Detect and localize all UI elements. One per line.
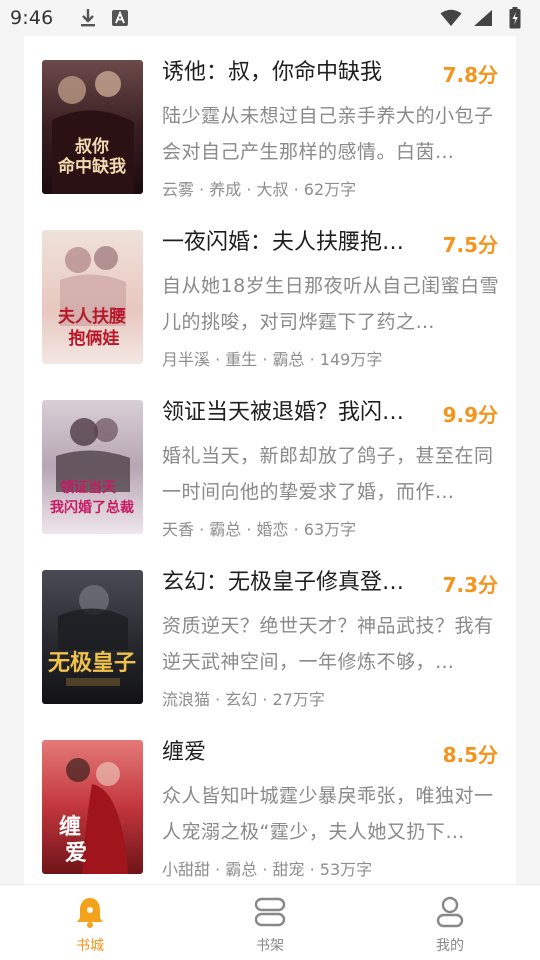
- tab-label: 书城: [76, 938, 104, 954]
- book-cover[interactable]: 领证当天 我闪婚了总裁: [42, 400, 143, 534]
- book-item[interactable]: 缠 爱 缠爱 8.5分 众人皆知叶城霆少暴戾乖张，唯独对一人宠溺之极“霆少，夫人…: [24, 716, 516, 884]
- font-icon: [109, 7, 131, 29]
- tab-label: 书架: [256, 938, 284, 954]
- person-icon: [433, 895, 467, 929]
- book-title[interactable]: 缠爱: [162, 738, 427, 768]
- book-item[interactable]: 领证当天 我闪婚了总裁 领证当天被退婚？我闪… 9.9分 婚礼当天，新郎却放了鸽…: [24, 376, 516, 546]
- book-title[interactable]: 玄幻：无极皇子修真登…: [162, 568, 427, 598]
- book-score: 8.5分: [442, 743, 498, 767]
- tab-bookstore[interactable]: 书城: [0, 885, 180, 960]
- book-title[interactable]: 诱他：叔，你命中缺我: [162, 58, 427, 88]
- tab-bookshelf[interactable]: 书架: [180, 885, 360, 960]
- book-cover[interactable]: 叔你 命中缺我: [42, 60, 143, 194]
- book-description: 自从她18岁生日那夜听从自己闺蜜白雪儿的挑唆，对司烨霆下了药之…: [162, 275, 500, 333]
- book-description: 陆少霆从未想过自己亲手养大的小包子会对自己产生那样的感情。白茵…: [162, 105, 494, 163]
- bell-icon: [73, 895, 107, 929]
- book-score: 7.3分: [442, 573, 498, 597]
- book-item[interactable]: 夫人扶腰 抱俩娃 一夜闪婚：夫人扶腰抱… 7.5分 自从她18岁生日那夜听从自己…: [24, 206, 516, 376]
- book-meta: 天香 · 霸总 · 婚恋 · 63万字: [162, 520, 357, 539]
- book-cover[interactable]: 无极皇子: [42, 570, 143, 704]
- book-score: 9.9分: [442, 403, 498, 427]
- book-title[interactable]: 一夜闪婚：夫人扶腰抱…: [162, 228, 427, 258]
- svg-text:叔你: 叔你: [75, 136, 109, 157]
- book-list[interactable]: 叔你 命中缺我 诱他：叔，你命中缺我 7.8分 陆少霆从未想过自己亲手养大的小包…: [24, 36, 516, 884]
- book-item[interactable]: 叔你 命中缺我 诱他：叔，你命中缺我 7.8分 陆少霆从未想过自己亲手养大的小包…: [24, 36, 516, 206]
- status-time: 9:46: [10, 7, 54, 29]
- tab-mine[interactable]: 我的: [360, 885, 540, 960]
- svg-text:无极皇子: 无极皇子: [48, 650, 136, 676]
- svg-text:爱: 爱: [65, 840, 87, 866]
- book-score: 7.5分: [442, 233, 498, 257]
- book-description: 婚礼当天，新郎却放了鸽子，甚至在同一时间向他的挚爱求了婚，而作…: [162, 445, 494, 503]
- book-description: 资质逆天？绝世天才？神品武技？我有逆天武神空间，一年修炼不够，…: [162, 615, 494, 673]
- book-meta: 小甜甜 · 霸总 · 甜宠 · 53万字: [162, 860, 373, 879]
- book-meta: 月半溪 · 重生 · 霸总 · 149万字: [162, 350, 383, 369]
- svg-text:领证当天: 领证当天: [60, 479, 117, 496]
- book-cover[interactable]: 夫人扶腰 抱俩娃: [42, 230, 143, 364]
- book-title[interactable]: 领证当天被退婚？我闪…: [162, 398, 427, 428]
- wifi-icon: [440, 7, 462, 29]
- svg-text:缠: 缠: [59, 814, 81, 840]
- download-icon: [77, 7, 99, 29]
- svg-text:夫人扶腰: 夫人扶腰: [58, 306, 126, 327]
- book-cover[interactable]: 缠 爱: [42, 740, 143, 874]
- book-description: 众人皆知叶城霆少暴戾乖张，唯独对一人宠溺之极“霆少，夫人她又扔下…: [162, 785, 494, 843]
- svg-text:我闪婚了总裁: 我闪婚了总裁: [50, 499, 134, 516]
- book-item[interactable]: 无极皇子 玄幻：无极皇子修真登… 7.3分 资质逆天？绝世天才？神品武技？我有逆…: [24, 546, 516, 716]
- tab-label: 我的: [436, 938, 464, 954]
- bottom-nav: 书城 书架 我的: [0, 884, 540, 960]
- battery-charging-icon: [504, 7, 526, 29]
- svg-text:抱俩娃: 抱俩娃: [69, 328, 120, 349]
- signal-icon: [472, 7, 494, 29]
- svg-text:命中缺我: 命中缺我: [57, 156, 126, 177]
- status-bar: 9:46: [0, 0, 540, 36]
- book-meta: 云雾 · 养成 · 大叔 · 62万字: [162, 180, 357, 199]
- bookshelf-icon: [253, 895, 287, 929]
- book-score: 7.8分: [442, 63, 498, 87]
- book-meta: 流浪猫 · 玄幻 · 27万字: [162, 690, 325, 709]
